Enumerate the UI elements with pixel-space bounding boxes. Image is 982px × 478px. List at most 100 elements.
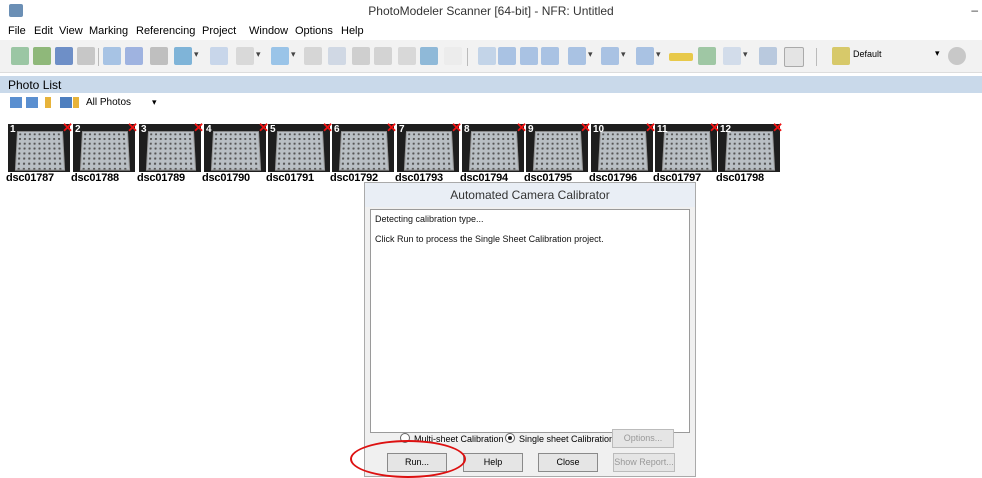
window-list-icon[interactable]	[636, 47, 654, 65]
radio-selected-icon	[505, 433, 515, 443]
menu-marking[interactable]: Marking	[89, 25, 128, 37]
chevron-down-icon[interactable]: ▾	[935, 48, 940, 59]
photo-name: dsc01798	[716, 172, 764, 184]
unprocessed-x-icon: ✕	[127, 120, 138, 136]
minimize-button[interactable]: –	[971, 3, 978, 17]
add-photos-icon[interactable]	[10, 97, 22, 108]
chevron-down-icon[interactable]: ▾	[152, 97, 157, 108]
unprocessed-x-icon: ✕	[62, 120, 73, 136]
surface-mode-icon[interactable]	[271, 47, 289, 65]
photo-image	[339, 131, 389, 170]
photo-number: 2	[75, 124, 81, 135]
photo-image	[275, 131, 325, 170]
photo-number: 7	[399, 124, 405, 135]
process-icon[interactable]	[420, 47, 438, 65]
auto-reference-icon[interactable]	[374, 47, 392, 65]
single-sheet-radio[interactable]: Single sheet Calibration	[505, 433, 614, 444]
photo-name: dsc01790	[202, 172, 250, 184]
wand-icon[interactable]	[444, 47, 462, 65]
window-tile-icon[interactable]	[601, 47, 619, 65]
dialog-title: Automated Camera Calibrator	[365, 183, 695, 207]
line-mode-icon[interactable]	[210, 47, 228, 65]
options-button[interactable]: Options...	[612, 429, 674, 448]
undo-icon[interactable]	[77, 47, 95, 65]
export-icon[interactable]	[698, 47, 716, 65]
ruler-icon[interactable]	[669, 53, 693, 61]
save-icon[interactable]	[55, 47, 73, 65]
main-toolbar: Default ▾	[0, 40, 982, 73]
help-globe-icon[interactable]	[948, 47, 966, 65]
photo-number: 11	[657, 124, 668, 135]
photo-thumbnail[interactable]: 7 ✕ dsc01793	[397, 124, 459, 172]
help-button[interactable]: Help	[463, 453, 523, 472]
preset-select[interactable]: Default	[853, 49, 882, 59]
menu-options[interactable]: Options	[295, 25, 333, 37]
photo-number: 3	[141, 124, 147, 135]
unprocessed-x-icon: ✕	[451, 120, 462, 136]
view-table-icon[interactable]	[498, 47, 516, 65]
view-project-icon[interactable]	[541, 47, 559, 65]
photo-number: 10	[593, 124, 604, 135]
measure-icon[interactable]	[328, 47, 346, 65]
curve-mode-icon[interactable]	[236, 47, 254, 65]
photo-number: 12	[720, 124, 731, 135]
menu-edit[interactable]: Edit	[34, 25, 53, 37]
tools-icon[interactable]	[150, 47, 168, 65]
multi-select-icon[interactable]	[125, 47, 143, 65]
radio-label: Single sheet Calibration	[519, 434, 614, 444]
filter-icon[interactable]	[73, 97, 79, 108]
menu-project[interactable]: Project	[202, 25, 236, 37]
menu-view[interactable]: View	[59, 25, 83, 37]
photo-name: dsc01787	[6, 172, 54, 184]
remove-photos-icon[interactable]	[26, 97, 38, 108]
menu-bar: File Edit View Marking Referencing Proje…	[0, 22, 982, 40]
log-line: Click Run to process the Single Sheet Ca…	[375, 234, 604, 244]
title-bar: PhotoModeler Scanner [64-bit] - NFR: Unt…	[0, 0, 982, 22]
menu-referencing[interactable]: Referencing	[136, 25, 195, 37]
photo-thumbnail[interactable]: 5 ✕ dsc01791	[268, 124, 330, 172]
photo-number: 9	[528, 124, 534, 135]
open-project-icon[interactable]	[33, 47, 51, 65]
window-layout-icon[interactable]	[568, 47, 586, 65]
close-button[interactable]: Close	[538, 453, 598, 472]
menu-window[interactable]: Window	[249, 25, 288, 37]
photo-thumbnail[interactable]: 8 ✕ dsc01794	[462, 124, 524, 172]
unprocessed-x-icon: ✕	[772, 120, 783, 136]
menu-file[interactable]: File	[8, 25, 26, 37]
preset-icon[interactable]	[832, 47, 850, 65]
photo-thumbnail[interactable]: 1 ✕ dsc01787	[8, 124, 70, 172]
new-project-icon[interactable]	[11, 47, 29, 65]
select-icon[interactable]	[103, 47, 121, 65]
photo-info-icon[interactable]	[45, 97, 51, 108]
photo-thumbnail[interactable]: 2 ✕ dsc01788	[73, 124, 135, 172]
cylinder-icon[interactable]	[304, 47, 322, 65]
photo-view-icon[interactable]	[60, 97, 72, 108]
photo-thumbnail[interactable]: 11 ✕ dsc01797	[655, 124, 717, 172]
grid-icon[interactable]	[784, 47, 804, 67]
photo-thumbnail[interactable]: 10 ✕ dsc01796	[591, 124, 653, 172]
photo-thumbnail[interactable]: 6 ✕ dsc01792	[332, 124, 394, 172]
photo-image	[533, 131, 583, 170]
view-photo-icon[interactable]	[478, 47, 496, 65]
marking-mode-icon[interactable]	[174, 47, 192, 65]
photo-number: 1	[10, 124, 16, 135]
view-3d-icon[interactable]	[520, 47, 538, 65]
photo-image	[80, 131, 130, 170]
photo-filter-select[interactable]: All Photos	[86, 97, 131, 108]
photo-thumbnail[interactable]: 9 ✕ dsc01795	[526, 124, 588, 172]
photo-thumbnail[interactable]: 12 ✕ dsc01798	[718, 124, 780, 172]
log-line: Detecting calibration type...	[375, 214, 484, 224]
photo-thumbnail[interactable]: 3 ✕ dsc01789	[139, 124, 201, 172]
photo-image	[598, 131, 648, 170]
menu-help[interactable]: Help	[341, 25, 364, 37]
zoom-icon[interactable]	[723, 47, 741, 65]
show-report-button[interactable]: Show Report...	[613, 453, 675, 472]
photo-table-icon[interactable]	[759, 47, 777, 65]
photo-image	[146, 131, 196, 170]
highlight-ellipse	[350, 440, 466, 478]
reference-icon[interactable]	[352, 47, 370, 65]
dense-surface-icon[interactable]	[398, 47, 416, 65]
photo-thumbnail[interactable]: 4 ✕ dsc01790	[204, 124, 266, 172]
photo-image	[15, 131, 65, 170]
photo-image	[662, 131, 712, 170]
